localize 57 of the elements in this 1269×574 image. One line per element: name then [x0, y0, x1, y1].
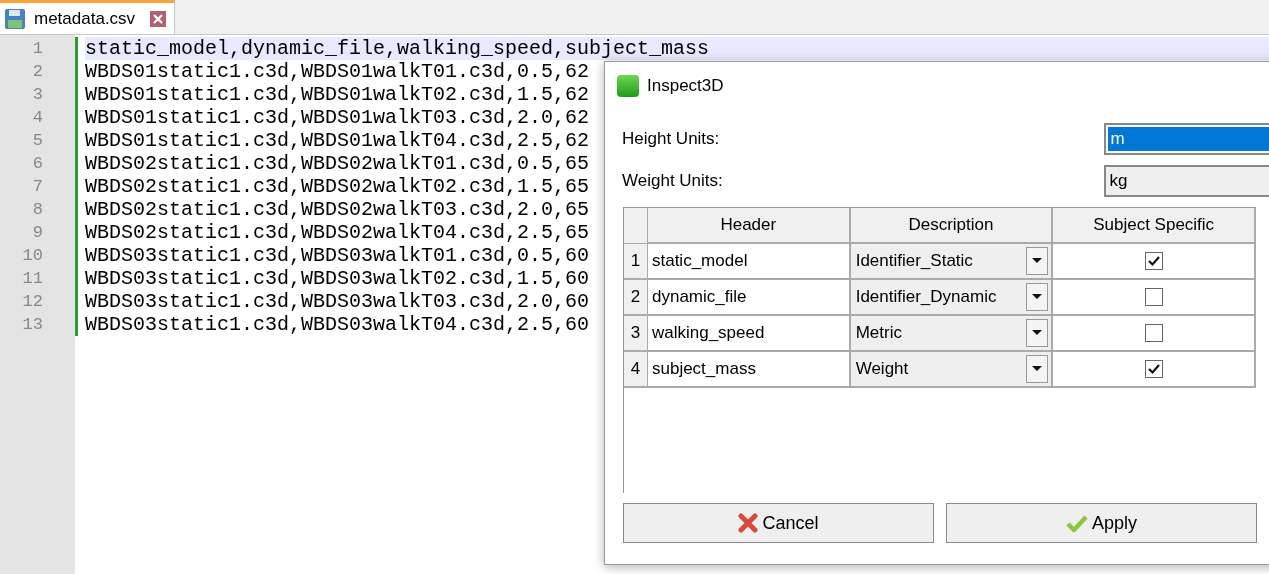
dropdown[interactable]: kg [1104, 165, 1269, 197]
code-line: WBDS02static1.c3d,WBDS02walkT04.c3d,2.5,65 [85, 221, 590, 244]
line-number: 12 [22, 290, 43, 313]
apply-button[interactable]: Apply [946, 503, 1257, 543]
close-icon[interactable] [150, 10, 166, 27]
row-number: 1 [624, 244, 648, 280]
code-line: WBDS02static1.c3d,WBDS02walkT01.c3d,0.5,65 [85, 152, 590, 175]
table-cell: static_model [647, 244, 851, 280]
input-field[interactable]: m [1104, 123, 1269, 155]
row-number: 4 [624, 352, 648, 388]
code-line: WBDS03static1.c3d,WBDS03walkT01.c3d,0.5,60 [85, 244, 590, 267]
line-number: 13 [22, 313, 43, 336]
code-line: WBDS03static1.c3d,WBDS03walkT02.c3d,1.5,60 [85, 267, 590, 290]
window-title: Inspect3D [647, 75, 724, 98]
line-number: 8 [32, 198, 43, 221]
description-dropdown[interactable]: Weight [850, 352, 1054, 388]
field-label: Height Units: [622, 128, 721, 151]
code-line: WBDS03static1.c3d,WBDS03walkT04.c3d,2.5,60 [85, 313, 590, 336]
checkbox[interactable] [1144, 360, 1163, 378]
column-header[interactable]: Header [647, 208, 851, 244]
code-line: WBDS01static1.c3d,WBDS01walkT03.c3d,2.0,62 [85, 106, 590, 129]
code-line: WBDS01static1.c3d,WBDS01walkT04.c3d,2.5,62 [85, 129, 590, 152]
row-number: 2 [624, 280, 648, 316]
description-dropdown[interactable]: Identifier_Static [850, 244, 1054, 280]
line-number: 3 [32, 83, 43, 106]
cancel-button[interactable]: Cancel [623, 503, 934, 543]
app-icon [617, 75, 639, 97]
code-line: WBDS03static1.c3d,WBDS03walkT03.c3d,2.0,60 [85, 290, 590, 313]
table-cell: dynamic_file [647, 280, 851, 316]
checkmark-icon [1066, 513, 1088, 533]
field-label: Weight Units: [622, 170, 724, 193]
code-line: static_model,dynamic_file,walking_speed,subject_mass [85, 37, 710, 60]
line-number: 2 [32, 60, 43, 83]
checkbox[interactable] [1144, 288, 1163, 306]
row-number: 3 [624, 316, 648, 352]
line-number: 11 [22, 267, 43, 290]
line-number: 4 [32, 106, 43, 129]
code-line: WBDS02static1.c3d,WBDS02walkT02.c3d,1.5,65 [85, 175, 590, 198]
table-cell: subject_mass [647, 352, 851, 388]
code-line: WBDS01static1.c3d,WBDS01walkT01.c3d,0.5,62 [85, 60, 590, 83]
line-number: 9 [32, 221, 43, 244]
description-dropdown[interactable]: Identifier_Dynamic [850, 280, 1054, 316]
column-header[interactable]: Subject Specific [1053, 208, 1256, 244]
line-number: 1 [32, 37, 43, 60]
file-tab[interactable]: metadata.csv [0, 0, 175, 34]
code-line: WBDS02static1.c3d,WBDS02walkT03.c3d,2.0,65 [85, 198, 590, 221]
line-number: 6 [32, 152, 43, 175]
table-cell: walking_speed [647, 316, 851, 352]
checkbox[interactable] [1144, 324, 1163, 342]
checkbox[interactable] [1144, 252, 1163, 270]
close-icon [738, 513, 759, 533]
code-line: WBDS01static1.c3d,WBDS01walkT02.c3d,1.5,62 [85, 83, 590, 106]
description-dropdown[interactable]: Metric [850, 316, 1054, 352]
line-number: 5 [32, 129, 43, 152]
tab-label: metadata.csv [34, 7, 136, 30]
line-number: 10 [22, 244, 43, 267]
line-number: 7 [32, 175, 43, 198]
